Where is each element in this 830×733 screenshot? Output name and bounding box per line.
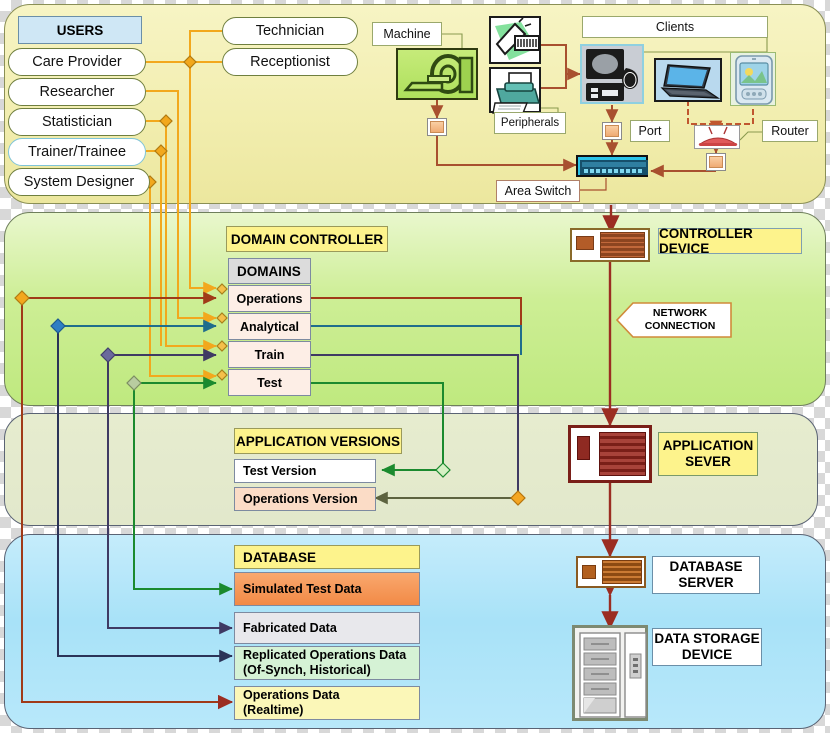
machine-label: Machine xyxy=(372,22,442,46)
data-storage-label: DATA STORAGE DEVICE xyxy=(652,628,762,666)
pda-tablet-icon xyxy=(730,52,776,106)
domain-operations[interactable]: Operations xyxy=(228,285,311,312)
db-operations-line2: (Realtime) xyxy=(243,703,304,717)
database-server-line1: DATABASE xyxy=(669,559,743,574)
users-header: USERS xyxy=(18,16,142,44)
data-storage-line2: DEVICE xyxy=(681,647,733,662)
domain-test[interactable]: Test xyxy=(228,369,311,396)
domain-train[interactable]: Train xyxy=(228,341,311,368)
diagram-canvas: USERS Care Provider Researcher Statistic… xyxy=(0,0,830,733)
database-server-line2: SERVER xyxy=(678,575,734,590)
controller-device-label: CONTROLLER DEVICE xyxy=(658,226,802,256)
domains-header: DOMAINS xyxy=(228,258,311,284)
user-care-provider[interactable]: Care Provider xyxy=(8,48,146,76)
router-label: Router xyxy=(762,120,818,142)
application-server-icon xyxy=(568,425,652,483)
area-switch-label: Area Switch xyxy=(496,180,580,202)
db-operations-data[interactable]: Operations Data (Realtime) xyxy=(234,686,420,720)
domain-controller-title: DOMAIN CONTROLLER xyxy=(226,226,388,252)
application-server-line2: SEVER xyxy=(685,454,731,469)
database-title: DATABASE xyxy=(234,545,420,569)
network-connection-line1: NETWORK xyxy=(652,307,708,319)
application-versions-title: APPLICATION VERSIONS xyxy=(234,428,402,454)
printer-icon xyxy=(489,67,541,114)
port-machine xyxy=(427,118,447,136)
app-version-operations[interactable]: Operations Version xyxy=(234,487,376,511)
desktop-computer-icon xyxy=(580,44,644,104)
barcode-scanner-icon xyxy=(489,16,541,64)
db-replicated-line2: (Of-Synch, Historical) xyxy=(243,663,371,677)
user-statistician[interactable]: Statistician xyxy=(8,108,146,136)
data-storage-device-icon xyxy=(572,625,648,721)
application-server-label: APPLICATION SEVER xyxy=(658,432,758,476)
peripherals-label: Peripherals xyxy=(494,112,566,134)
ct-scanner-icon xyxy=(396,48,478,100)
port-label: Port xyxy=(630,120,670,142)
domain-analytical[interactable]: Analytical xyxy=(228,313,311,340)
data-storage-line1: DATA STORAGE xyxy=(654,631,760,646)
clients-label: Clients xyxy=(582,16,768,38)
laptop-icon xyxy=(654,58,722,102)
wifi-router-icon xyxy=(694,125,740,149)
db-replicated-operations-data[interactable]: Replicated Operations Data (Of-Synch, Hi… xyxy=(234,646,420,680)
network-connection-line2: CONNECTION xyxy=(644,320,716,332)
db-simulated-test-data[interactable]: Simulated Test Data xyxy=(234,572,420,606)
app-version-test[interactable]: Test Version xyxy=(234,459,376,483)
network-connection-callout: NETWORK CONNECTION xyxy=(615,302,732,338)
staff-technician[interactable]: Technician xyxy=(222,17,358,45)
user-trainer-trainee[interactable]: Trainer/Trainee xyxy=(8,138,146,166)
network-switch-icon xyxy=(576,155,648,177)
user-researcher[interactable]: Researcher xyxy=(8,78,146,106)
db-fabricated-data[interactable]: Fabricated Data xyxy=(234,612,420,644)
controller-device-icon xyxy=(570,228,650,262)
application-server-line1: APPLICATION xyxy=(662,438,754,453)
staff-receptionist[interactable]: Receptionist xyxy=(222,48,358,76)
port-router xyxy=(706,153,726,171)
database-server-label: DATABASE SERVER xyxy=(652,556,760,594)
port-desktop xyxy=(602,122,622,140)
user-system-designer[interactable]: System Designer xyxy=(8,168,150,196)
db-replicated-line1: Replicated Operations Data xyxy=(243,648,407,662)
database-server-icon xyxy=(576,556,646,588)
db-operations-line1: Operations Data xyxy=(243,688,340,702)
